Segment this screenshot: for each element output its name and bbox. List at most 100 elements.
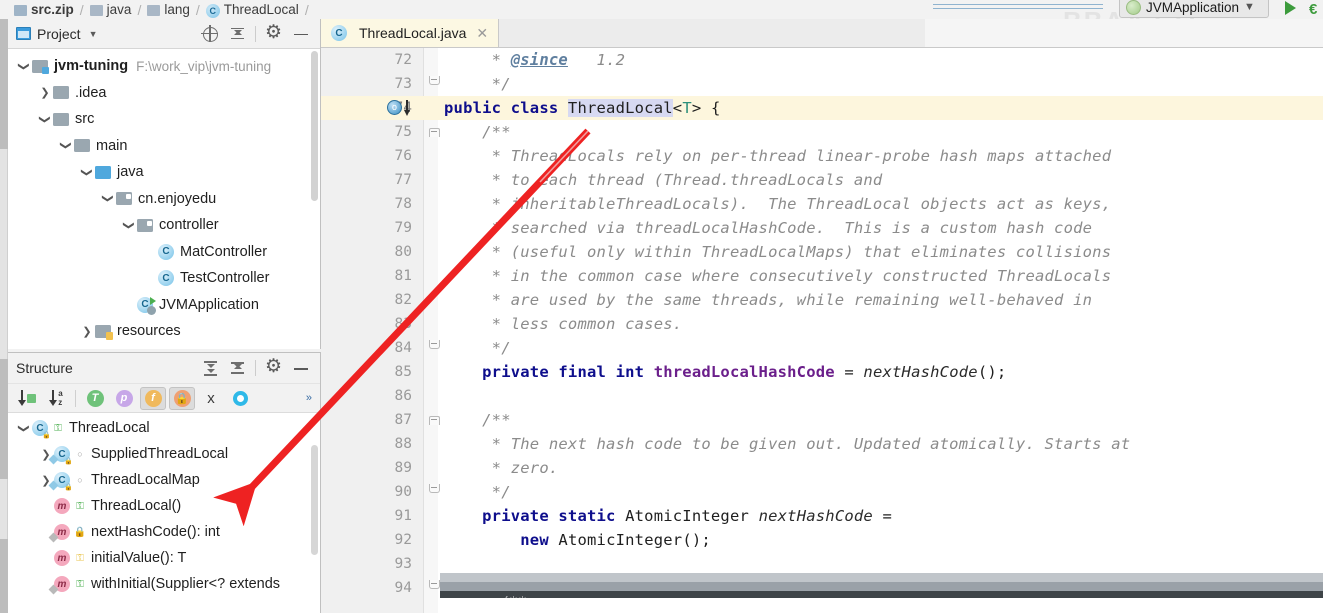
code-line-84[interactable]: 84 */ <box>321 336 1323 360</box>
structure-node-initialvalue-t[interactable]: m ⚿ initialValue(): T <box>8 545 320 571</box>
code-line-79[interactable]: 79 * searched via threadLocalHashCode. T… <box>321 216 1323 240</box>
chevron-right-icon[interactable]: ❯ <box>37 86 53 99</box>
tree-node-main[interactable]: ❯ main <box>8 133 320 160</box>
strip-segment-favorites[interactable] <box>0 539 8 613</box>
structure-node-threadlocal-[interactable]: m ⚿ ThreadLocal() <box>8 493 320 519</box>
run-play-icon[interactable] <box>1285 1 1296 15</box>
toolbar-overflow-button[interactable]: » <box>306 392 314 404</box>
tree-node-testcontroller[interactable]: C TestController <box>8 265 320 292</box>
tree-node-jvmapplication[interactable]: C JVMApplication <box>8 292 320 319</box>
show-non-public-icon[interactable]: 🔒 <box>169 386 195 410</box>
chevron-down-icon[interactable]: ❯ <box>18 420 31 436</box>
code-lines[interactable]: 72 * @since 1.2 73 */74 public class Threa… <box>321 48 1323 613</box>
tree-node-java[interactable]: ❯ java <box>8 159 320 186</box>
code-editor[interactable]: 72 * @since 1.2 73 */74 public class Threa… <box>321 48 1323 613</box>
code-line-86[interactable]: 86 <box>321 384 1323 408</box>
show-inherited-icon[interactable]: T <box>82 387 108 410</box>
fold-marker[interactable] <box>424 336 444 360</box>
implemented-method-arrow-icon[interactable] <box>403 100 411 117</box>
chevron-down-icon[interactable]: ▼ <box>89 29 98 39</box>
bookmark-override-icon[interactable]: o <box>387 100 402 115</box>
code-line-76[interactable]: 76 * ThreadLocals rely on per-thread lin… <box>321 144 1323 168</box>
left-tool-window-strip[interactable] <box>0 19 8 613</box>
code-line-91[interactable]: 91 private static AtomicInteger nextHash… <box>321 504 1323 528</box>
code-text: * are used by the same threads, while re… <box>444 291 1093 309</box>
structure-node-threadlocal[interactable]: ❯C⚿ ThreadLocal <box>8 415 320 441</box>
structure-tree[interactable]: ❯C⚿ThreadLocal❯C○SuppliedThreadLocal❯C○T… <box>8 413 320 597</box>
structure-node-threadlocalmap[interactable]: ❯C○ThreadLocalMap <box>8 467 320 493</box>
minimize-icon[interactable] <box>290 357 312 379</box>
fold-marker[interactable] <box>424 72 444 96</box>
inner-class-icon: C <box>54 446 73 465</box>
code-line-88[interactable]: 88 * The next hash code to be given out.… <box>321 432 1323 456</box>
run-configuration-selector[interactable]: JVMApplication ▼ <box>1119 0 1269 18</box>
chevron-down-icon[interactable]: ▼ <box>1244 1 1255 13</box>
project-tree[interactable]: ❯ jvm-tuning F:\work_vip\jvm-tuning ❯ .idea ❯… <box>8 49 320 345</box>
expand-all-icon[interactable] <box>199 357 221 379</box>
tree-node-matcontroller[interactable]: C MatController <box>8 239 320 266</box>
tree-node-src[interactable]: ❯ src <box>8 106 320 133</box>
code-line-81[interactable]: 81 * in the common case where consecutiv… <box>321 264 1323 288</box>
tree-node-controller[interactable]: ❯ controller <box>8 212 320 239</box>
debug-bug-icon[interactable]: € <box>1309 1 1317 18</box>
code-line-80[interactable]: 80 * (useful only within ThreadLocalMaps… <box>321 240 1323 264</box>
chevron-down-icon[interactable]: ❯ <box>123 217 136 233</box>
gear-icon[interactable] <box>262 21 284 45</box>
sort-by-visibility-icon[interactable] <box>14 387 40 410</box>
chevron-down-icon[interactable]: ❯ <box>39 111 52 127</box>
code-line-72[interactable]: 72 * @since 1.2 <box>321 48 1323 72</box>
editor-tab-threadlocal[interactable]: C ThreadLocal.java ✕ <box>321 19 500 47</box>
breadcrumb-item-java[interactable]: java <box>89 2 131 17</box>
structure-node-nexthashcode-int[interactable]: m 🔒 nextHashCode(): int <box>8 519 320 545</box>
line-number: 82 <box>394 292 412 308</box>
breadcrumb-item-threadlocal[interactable]: C ThreadLocal <box>205 2 299 18</box>
breadcrumb-item-src-zip[interactable]: src.zip <box>14 2 74 17</box>
code-line-77[interactable]: 77 * to each thread (Thread.threadLocals… <box>321 168 1323 192</box>
locate-target-icon[interactable] <box>199 23 221 45</box>
code-line-87[interactable]: 87 /** <box>321 408 1323 432</box>
show-interfaces-icon[interactable] <box>227 387 253 410</box>
show-fields-icon[interactable]: f <box>140 386 166 410</box>
tree-node-cn-enjoyedu[interactable]: ❯ cn.enjoyedu <box>8 186 320 213</box>
chevron-down-icon[interactable]: ❯ <box>60 138 73 154</box>
minimize-icon[interactable] <box>290 23 312 45</box>
strip-segment-project[interactable] <box>0 19 8 149</box>
show-properties-icon[interactable]: p <box>111 387 137 410</box>
close-icon[interactable]: ✕ <box>476 25 488 42</box>
project-tree-scrollbar[interactable] <box>310 51 319 306</box>
structure-node-suppliedthreadlocal[interactable]: ❯C○SuppliedThreadLocal <box>8 441 320 467</box>
code-line-78[interactable]: 78 * inheritableThreadLocals). The Threa… <box>321 192 1323 216</box>
collapse-all-icon[interactable] <box>227 23 249 45</box>
chevron-down-icon[interactable]: ❯ <box>102 191 115 207</box>
fold-marker[interactable] <box>424 120 444 144</box>
structure-tree-scrollbar[interactable] <box>310 445 319 555</box>
chevron-down-icon[interactable]: ❯ <box>18 58 31 74</box>
strip-segment-structure[interactable] <box>0 359 8 479</box>
sort-alphabetically-icon[interactable]: az <box>43 387 69 410</box>
breadcrumb-item-lang[interactable]: lang <box>147 2 190 17</box>
code-line-82[interactable]: 82 * are used by the same threads, while… <box>321 288 1323 312</box>
code-line-73[interactable]: 73 */ <box>321 72 1323 96</box>
code-line-83[interactable]: 83 * less common cases. <box>321 312 1323 336</box>
tree-node-jvm-tuning[interactable]: ❯ jvm-tuning F:\work_vip\jvm-tuning <box>8 53 320 80</box>
editor-horizontal-scrollbar[interactable]: /** <box>440 560 1323 613</box>
code-line-85[interactable]: 85 private final int threadLocalHashCode… <box>321 360 1323 384</box>
tab-bar-right-space <box>925 19 1323 47</box>
tree-node-resources[interactable]: ❯ resources <box>8 318 320 345</box>
fold-marker[interactable] <box>424 408 444 432</box>
gear-icon[interactable] <box>262 355 284 379</box>
code-line-75[interactable]: 75 /** <box>321 120 1323 144</box>
show-anonymous-icon[interactable]: x <box>198 387 224 410</box>
code-line-74[interactable]: 74 public class ThreadLocal<T> {o <box>321 96 1323 120</box>
code-text: new AtomicInteger(); <box>520 531 711 549</box>
collapse-all-icon[interactable] <box>227 357 249 379</box>
code-line-92[interactable]: 92 new AtomicInteger(); <box>321 528 1323 552</box>
code-line-90[interactable]: 90 */ <box>321 480 1323 504</box>
code-line-89[interactable]: 89 * zero. <box>321 456 1323 480</box>
tree-node--idea[interactable]: ❯ .idea <box>8 80 320 107</box>
structure-node-withinitial-supplier-extends[interactable]: m ⚿ withInitial(Supplier<? extends <box>8 571 320 597</box>
chevron-down-icon[interactable]: ❯ <box>81 164 94 180</box>
fold-marker[interactable] <box>424 480 444 504</box>
chevron-right-icon[interactable]: ❯ <box>79 325 95 338</box>
code-text: * in the common case where consecutively… <box>444 267 1112 285</box>
